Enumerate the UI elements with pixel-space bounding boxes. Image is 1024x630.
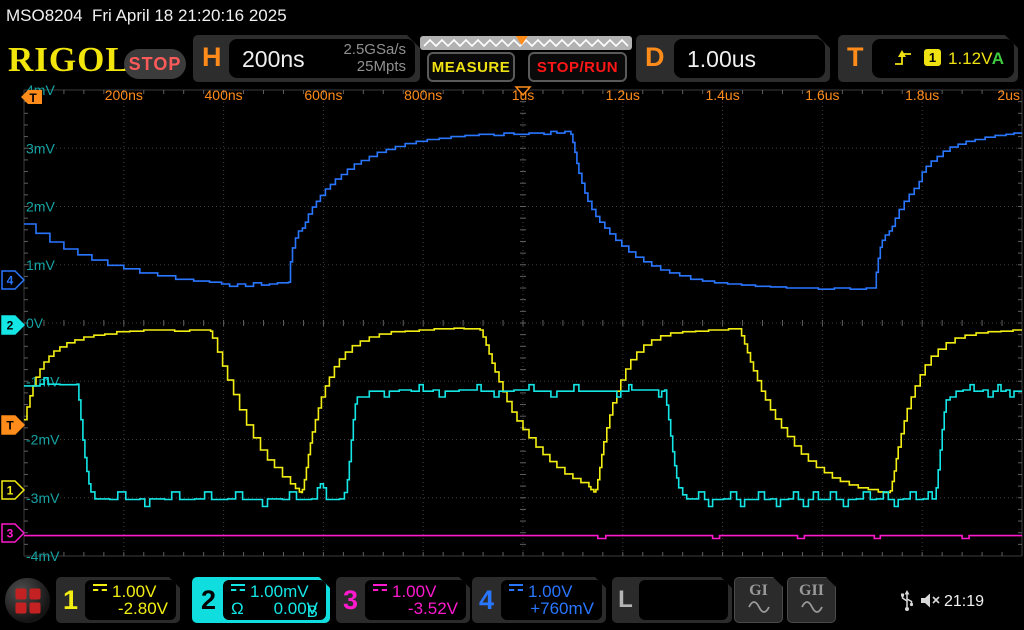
generator2-button[interactable]: GII <box>787 577 836 623</box>
channel1-number: 1 <box>56 577 85 623</box>
dc-coupling-icon <box>509 584 523 595</box>
channel4-box[interactable]: 4 1.00V +760mV <box>472 577 606 623</box>
volt-axis-label: 0V <box>26 315 44 331</box>
logic-analyzer-label: L <box>612 577 639 623</box>
channel2-position-flag[interactable]: 2 <box>2 316 24 334</box>
waveform-display: 200ns 400ns 600ns 800ns 1us 1.2us 1.4us 1.6us 1.… <box>0 0 1024 630</box>
time-axis-label: 1.8us <box>905 87 939 103</box>
volt-axis-label: -2mV <box>26 432 60 448</box>
time-axis-label: 400ns <box>205 87 243 103</box>
channel4-offset: +760mV <box>530 599 594 618</box>
logic-analyzer-box[interactable]: L 0 1 2 3 4 5 6 7 8 9 1011 12131415 <box>612 577 732 623</box>
oscilloscope-screen: MSO8204 Fri April 18 21:20:16 2025 RIGOL… <box>0 0 1024 630</box>
time-axis-label: 600ns <box>304 87 342 103</box>
channel4-position-flag[interactable]: 4 <box>2 271 24 289</box>
svg-text:T: T <box>6 419 14 433</box>
channel4-number: 4 <box>472 577 501 623</box>
volt-axis-label: 2mV <box>26 199 55 215</box>
usb-icon <box>900 590 914 612</box>
svg-text:4: 4 <box>7 274 14 288</box>
channel2-box[interactable]: 2 1.00mVB Ω0.00V <box>192 577 330 623</box>
time-axis-label: 1.6us <box>805 87 839 103</box>
channel3-number: 3 <box>336 577 365 623</box>
volt-axis-label: 1mV <box>26 257 55 273</box>
dc-coupling-icon <box>93 584 107 595</box>
time-axis-label: 1us <box>512 87 535 103</box>
generator1-button[interactable]: GI <box>734 577 783 623</box>
channel2-offset: 0.00V <box>274 599 318 618</box>
volt-axis-label: -3mV <box>26 490 60 506</box>
channel3-box[interactable]: 3 1.00V -3.52V <box>336 577 470 623</box>
svg-text:2: 2 <box>7 319 14 333</box>
speaker-muted-icon[interactable] <box>920 592 944 609</box>
channel2-number: 2 <box>194 579 223 621</box>
channel3-position-flag[interactable]: 3 <box>2 524 24 542</box>
generator2-label: GII <box>788 582 835 600</box>
time-axis-label: 2us <box>997 87 1020 103</box>
trigger-level-flag[interactable]: T <box>2 416 24 434</box>
menu-button[interactable] <box>4 577 51 624</box>
svg-text:3: 3 <box>7 527 14 541</box>
svg-text:1: 1 <box>7 484 14 498</box>
volt-axis-label: 3mV <box>26 140 55 156</box>
generator1-label: GI <box>735 582 782 600</box>
menu-grid-icon <box>15 588 40 613</box>
channel1-offset: -2.80V <box>118 599 168 618</box>
dc-coupling-icon <box>231 584 245 595</box>
volt-axis-label: -4mV <box>26 548 60 564</box>
clock: 21:19 <box>944 593 984 611</box>
dc-coupling-icon <box>373 584 387 595</box>
channel1-position-flag[interactable]: 1 <box>2 481 24 499</box>
time-axis-label: 800ns <box>404 87 442 103</box>
time-axis-label: 1.2us <box>606 87 640 103</box>
channel1-box[interactable]: 1 1.00V -2.80V <box>56 577 180 623</box>
impedance-symbol: Ω <box>231 599 244 619</box>
svg-text:T: T <box>29 91 37 105</box>
channel3-offset: -3.52V <box>408 599 458 618</box>
sine-wave-icon <box>747 600 771 614</box>
sine-wave-icon <box>800 600 824 614</box>
time-axis-label: 1.4us <box>705 87 739 103</box>
volt-axis-label: -1mV <box>26 373 60 389</box>
time-axis-label: 200ns <box>105 87 143 103</box>
